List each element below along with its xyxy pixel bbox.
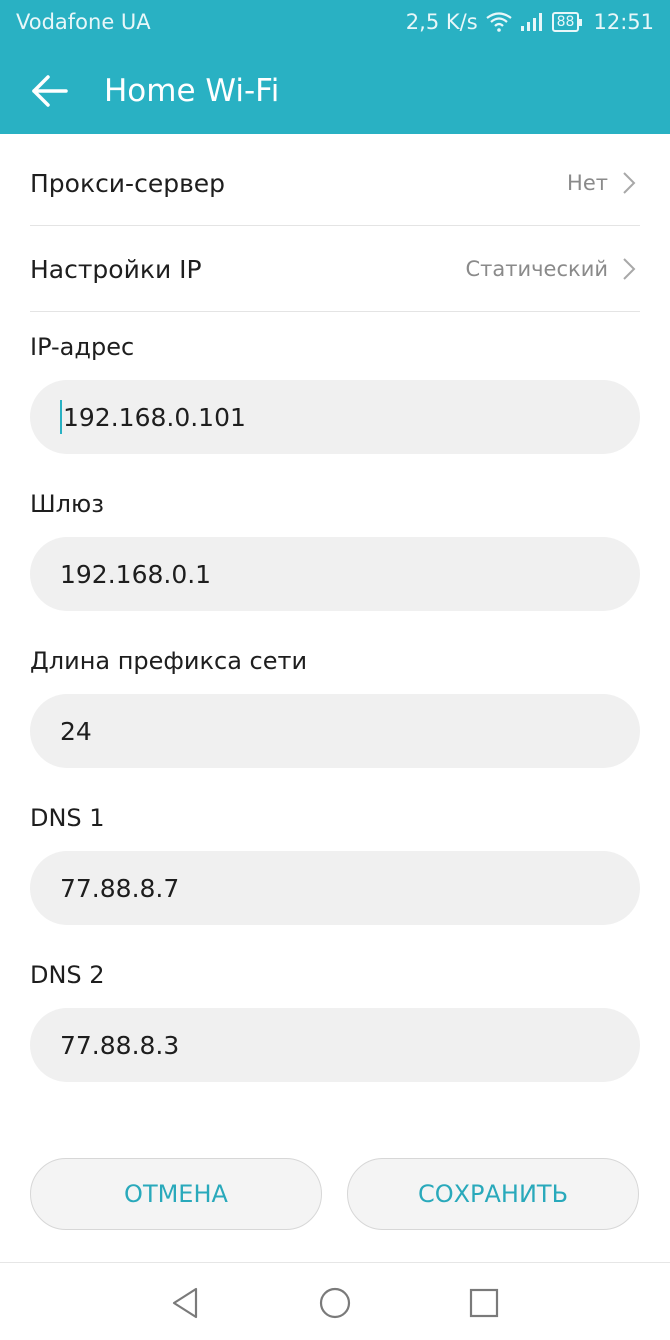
- proxy-label: Прокси-сервер: [30, 169, 226, 198]
- ip-address-input[interactable]: 192.168.0.101: [30, 380, 640, 454]
- nav-home-button[interactable]: [315, 1283, 355, 1323]
- ip-address-value: 192.168.0.101: [63, 402, 246, 432]
- proxy-row[interactable]: Прокси-сервер Нет: [30, 139, 640, 226]
- nav-home-icon: [315, 1287, 355, 1327]
- chevron-right-icon: [622, 171, 636, 199]
- wifi-icon: [485, 12, 512, 32]
- ip-settings-row[interactable]: Настройки IP Статический: [30, 225, 640, 312]
- nav-recent-button[interactable]: [464, 1283, 504, 1323]
- dns2-label: DNS 2: [30, 961, 105, 989]
- page-title: Home Wi-Fi: [104, 73, 280, 109]
- ip-settings-value: Статический: [465, 257, 609, 281]
- battery-icon: 88: [551, 12, 583, 32]
- dns1-input[interactable]: 77.88.8.7: [30, 851, 640, 925]
- status-bar-right: 2,5 K/s 88 12:51: [398, 10, 654, 34]
- carrier-name: Vodafone UA: [16, 10, 151, 34]
- status-bar: Vodafone UA 2,5 K/s 88 12:51: [0, 0, 670, 48]
- ip-settings-label: Настройки IP: [30, 255, 202, 284]
- navigation-bar: [0, 1262, 670, 1340]
- dns2-value: 77.88.8.3: [60, 1030, 180, 1060]
- gateway-value: 192.168.0.1: [60, 559, 212, 589]
- proxy-value: Нет: [567, 171, 608, 195]
- dns1-label: DNS 1: [30, 804, 105, 832]
- app-bar: Home Wi-Fi: [0, 48, 670, 134]
- save-button[interactable]: СОХРАНИТЬ: [347, 1158, 639, 1230]
- prefix-length-label: Длина префикса сети: [30, 647, 308, 675]
- nav-back-icon: [166, 1287, 206, 1327]
- dns1-value: 77.88.8.7: [60, 873, 180, 903]
- prefix-length-input[interactable]: 24: [30, 694, 640, 768]
- nav-back-button[interactable]: [166, 1283, 206, 1323]
- signal-icon: [520, 12, 544, 32]
- chevron-right-icon: [622, 257, 636, 285]
- dns2-input[interactable]: 77.88.8.3: [30, 1008, 640, 1082]
- network-speed: 2,5 K/s: [405, 10, 478, 34]
- nav-recent-icon: [464, 1288, 504, 1327]
- arrow-left-icon: [24, 75, 74, 120]
- text-cursor: [60, 400, 62, 434]
- gateway-input[interactable]: 192.168.0.1: [30, 537, 640, 611]
- back-button[interactable]: [24, 66, 74, 116]
- clock: 12:51: [593, 10, 654, 34]
- prefix-length-value: 24: [60, 716, 92, 746]
- cancel-button[interactable]: ОТМЕНА: [30, 1158, 322, 1230]
- wifi-settings-screen: Vodafone UA 2,5 K/s 88 12:51 Home Wi-Fi …: [0, 0, 670, 1340]
- gateway-label: Шлюз: [30, 490, 104, 518]
- ip-address-label: IP-адрес: [30, 333, 135, 361]
